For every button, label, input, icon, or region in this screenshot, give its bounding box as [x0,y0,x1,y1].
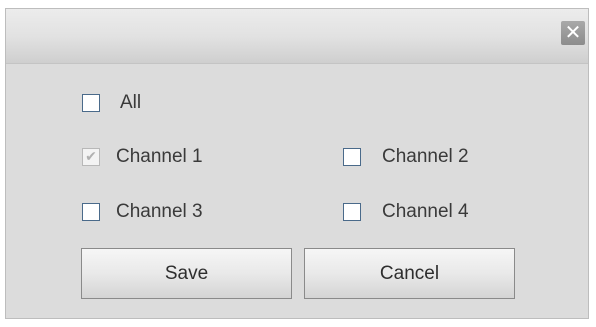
channel-2-label: Channel 2 [382,146,469,167]
checkbox-channel-3[interactable]: Channel 3 [82,201,203,223]
checkbox-all[interactable]: All [82,92,141,114]
channel-3-checkbox[interactable] [82,203,100,221]
channel-2-checkbox[interactable] [343,148,361,166]
channel-4-label: Channel 4 [382,201,469,222]
channel-1-label: Channel 1 [116,146,203,167]
channel-3-label: Channel 3 [116,201,203,222]
all-checkbox[interactable] [82,94,100,112]
channel-4-checkbox[interactable] [343,203,361,221]
save-button[interactable]: Save [81,248,292,299]
checkmark-icon: ✔ [85,148,97,164]
checkbox-channel-2[interactable]: Channel 2 [343,146,469,168]
all-label: All [120,92,142,113]
close-icon[interactable]: ✕ [561,21,585,45]
checkbox-channel-4[interactable]: Channel 4 [343,201,469,223]
channel-1-checkbox[interactable]: ✔ [82,148,100,166]
cancel-button[interactable]: Cancel [304,248,515,299]
dialog-titlebar: ✕ [6,9,588,64]
checkbox-channel-1[interactable]: ✔ Channel 1 [82,146,203,168]
